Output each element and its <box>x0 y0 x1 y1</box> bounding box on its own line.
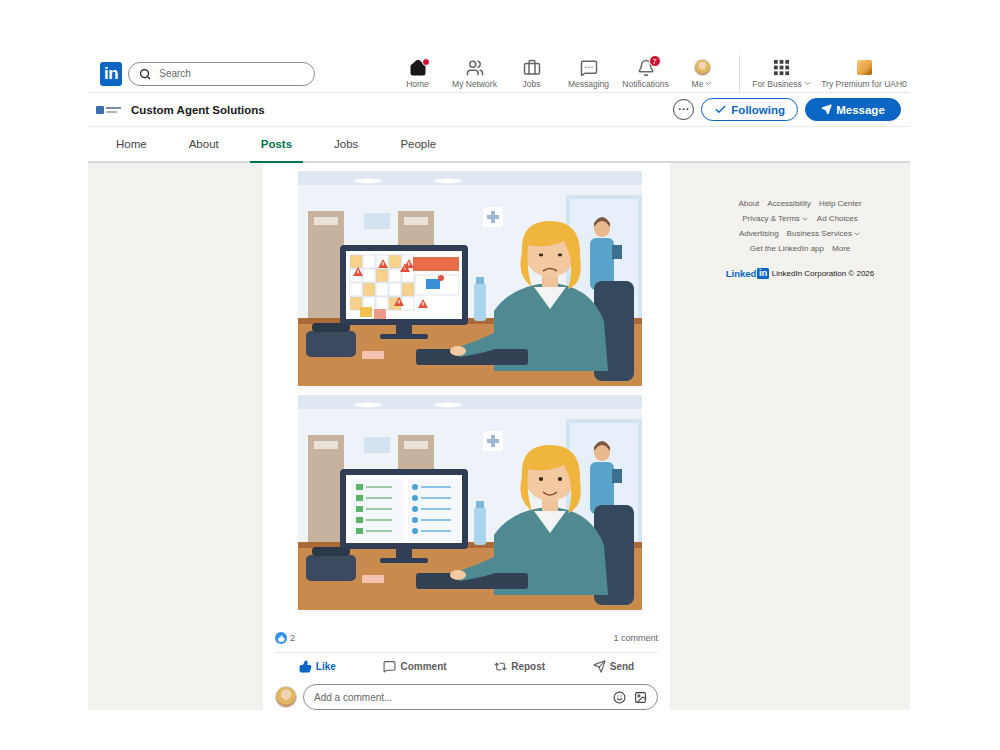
repost-icon <box>494 660 507 673</box>
footer-link[interactable]: About <box>738 199 759 208</box>
comment-row: Add a comment... <box>263 680 670 710</box>
caret-icon <box>801 215 809 223</box>
comment-count[interactable]: 1 comment <box>613 633 658 643</box>
comment-input[interactable]: Add a comment... <box>303 684 658 710</box>
footer-row: Get the LinkedIn app More <box>750 244 851 253</box>
page-tab[interactable]: Home <box>105 127 158 163</box>
nav-item[interactable]: 7Notifications <box>617 55 674 92</box>
caret-icon <box>704 79 713 88</box>
page-tab[interactable]: Jobs <box>323 127 369 163</box>
footer-link[interactable]: More <box>832 244 850 253</box>
footer-link[interactable]: Ad Choices <box>817 214 858 223</box>
linkedin-wordmark: Linkedin <box>726 268 769 279</box>
post-action-button[interactable]: Repost <box>488 657 551 676</box>
copyright: LinkedinLinkedIn Corporation © 2026 <box>726 268 874 279</box>
emoji-icon[interactable] <box>613 691 626 704</box>
footer-row: Advertising Business Services <box>739 229 861 238</box>
nav-list: HomeMy NetworkJobsMessaging7Notification… <box>389 55 910 92</box>
page-tab[interactable]: Posts <box>250 127 303 163</box>
search-field[interactable]: Search <box>128 62 315 86</box>
top-nav: inSearch HomeMy NetworkJobsMessaging7Noti… <box>88 55 910 93</box>
footer-link[interactable]: Advertising <box>739 229 779 238</box>
footer-link[interactable]: Get the LinkedIn app <box>750 244 824 253</box>
page-tab[interactable]: People <box>389 127 447 163</box>
network-icon <box>466 59 484 77</box>
page-tab[interactable]: About <box>178 127 230 163</box>
nav-item[interactable]: Me <box>674 55 731 92</box>
messaging-icon <box>580 59 598 77</box>
comment-icon <box>383 660 396 673</box>
for-business[interactable]: For Business <box>746 55 818 92</box>
caret-icon <box>853 230 861 238</box>
post-image[interactable] <box>298 395 642 610</box>
post-card: 2 1 comment Like Comment Repost Send Add a com… <box>263 163 670 710</box>
notification-dot <box>422 58 430 66</box>
footer: About Accessibility Help Center Privacy & T… <box>715 163 885 279</box>
footer-row: About Accessibility Help Center <box>738 199 861 208</box>
company-name[interactable]: Custom Agent Solutions <box>131 104 673 116</box>
send-icon <box>821 104 832 115</box>
following-button[interactable]: Following <box>701 98 798 121</box>
nav-divider <box>739 55 740 93</box>
send-icon <box>593 660 606 673</box>
reaction-count[interactable]: 2 <box>275 632 295 644</box>
notification-badge: 7 <box>649 55 661 67</box>
user-avatar-icon <box>275 686 297 708</box>
search-icon <box>139 68 151 80</box>
footer-link[interactable]: Accessibility <box>767 199 811 208</box>
footer-link[interactable]: Business Services <box>787 229 861 238</box>
nav-item[interactable]: Home <box>389 55 446 92</box>
like-icon <box>299 660 312 673</box>
linkedin-window: inSearchHomeMy NetworkJobsMessaging7Noti… <box>88 55 910 710</box>
nav-item[interactable]: Jobs <box>503 55 560 92</box>
company-bar: Custom Agent Solutions··· Following Messag… <box>88 93 910 127</box>
premium-link[interactable]: Try Premium for UAH0 <box>818 55 910 92</box>
like-reaction-icon <box>275 632 287 644</box>
post-image[interactable] <box>298 171 642 386</box>
post-action-button[interactable]: Comment <box>377 657 452 676</box>
footer-row: Privacy & Terms Ad Choices <box>742 214 858 223</box>
message-button[interactable]: Message <box>805 98 901 121</box>
post-counts: 2 1 comment <box>263 630 670 646</box>
footer-link[interactable]: Privacy & Terms <box>742 214 809 223</box>
page: inSearchHomeMy NetworkJobsMessaging7Noti… <box>0 0 1000 750</box>
apps-grid-icon <box>773 59 791 77</box>
footer-link[interactable]: Help Center <box>819 199 862 208</box>
page-tabs: Home About Posts Jobs People <box>88 127 910 163</box>
premium-icon <box>857 60 872 75</box>
post-action-button[interactable]: Like <box>293 657 342 676</box>
check-icon <box>714 103 727 116</box>
linkedin-logo[interactable]: in <box>100 62 122 86</box>
company-logo-icon <box>96 103 122 117</box>
post-actions: Like Comment Repost Send <box>275 652 658 680</box>
nav-item[interactable]: Messaging <box>560 55 617 92</box>
image-icon[interactable] <box>634 691 647 704</box>
more-button[interactable]: ··· <box>673 99 694 120</box>
post-action-button[interactable]: Send <box>587 657 640 676</box>
briefcase-icon <box>523 59 541 77</box>
content-area: 2 1 comment Like Comment Repost Send Add a com… <box>88 163 910 710</box>
post-images <box>263 171 670 610</box>
caret-icon <box>803 79 812 88</box>
avatar-icon <box>694 59 711 76</box>
nav-item[interactable]: My Network <box>446 55 503 92</box>
